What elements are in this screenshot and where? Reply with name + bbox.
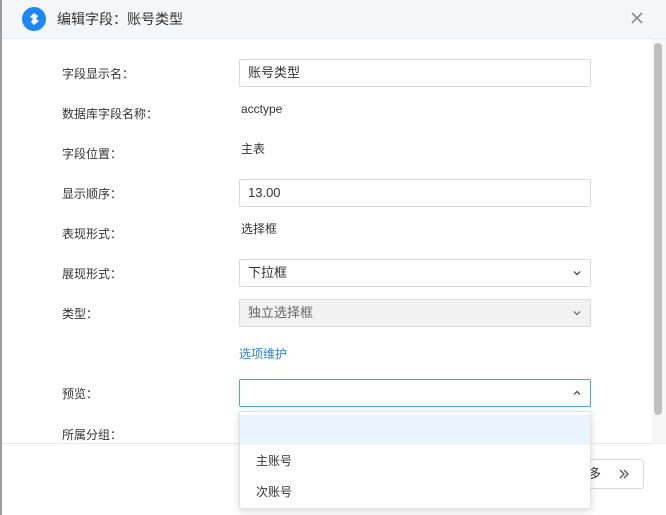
field-display-name-label: 字段显示名： (62, 67, 135, 81)
db-field-name-value: acctype (241, 102, 283, 116)
dialog-title: 编辑字段：账号类型 (57, 11, 183, 27)
display-form-selected-value: 下拉框 (248, 265, 288, 280)
preview-dropdown-menu: 主账号 次账号 (239, 411, 591, 509)
type-select: 独立选择框 (239, 299, 591, 327)
display-order-label: 显示顺序： (62, 187, 123, 201)
presentation-value: 选择框 (241, 222, 278, 236)
field-position-value: 主表 (241, 142, 266, 156)
app-logo-icon (22, 7, 46, 31)
type-selected-value: 独立选择框 (248, 305, 314, 320)
display-order-input[interactable]: 13.00 (239, 179, 591, 207)
scrollbar-thumb[interactable] (654, 43, 662, 415)
preview-label: 预览： (62, 387, 99, 401)
db-field-name-label: 数据库字段名称： (62, 107, 159, 121)
dropdown-option-empty[interactable] (240, 415, 590, 445)
display-form-label: 展现形式： (62, 267, 123, 281)
preview-select[interactable] (239, 379, 591, 407)
dialog-header: 编辑字段：账号类型 (2, 0, 666, 39)
double-chevron-right-icon (619, 469, 629, 479)
chevron-down-icon (573, 311, 581, 316)
options-maintenance-link[interactable]: 选项维护 (239, 346, 287, 362)
field-display-name-input[interactable]: 账号类型 (239, 59, 591, 87)
field-position-label: 字段位置： (62, 147, 123, 161)
type-label: 类型： (62, 307, 99, 321)
chevron-up-icon (573, 390, 581, 395)
presentation-label: 表现形式： (62, 227, 123, 241)
group-label: 所属分组： (62, 428, 123, 442)
chevron-down-icon (573, 271, 581, 276)
dropdown-option-primary-account[interactable]: 主账号 (240, 446, 590, 476)
display-form-select[interactable]: 下拉框 (239, 259, 591, 287)
dropdown-option-secondary-account[interactable]: 次账号 (240, 477, 590, 507)
edit-field-dialog: 编辑字段：账号类型 字段显示名： 账号类型 数据库字段名称： acctype 字… (2, 0, 666, 515)
close-icon[interactable] (628, 9, 646, 27)
